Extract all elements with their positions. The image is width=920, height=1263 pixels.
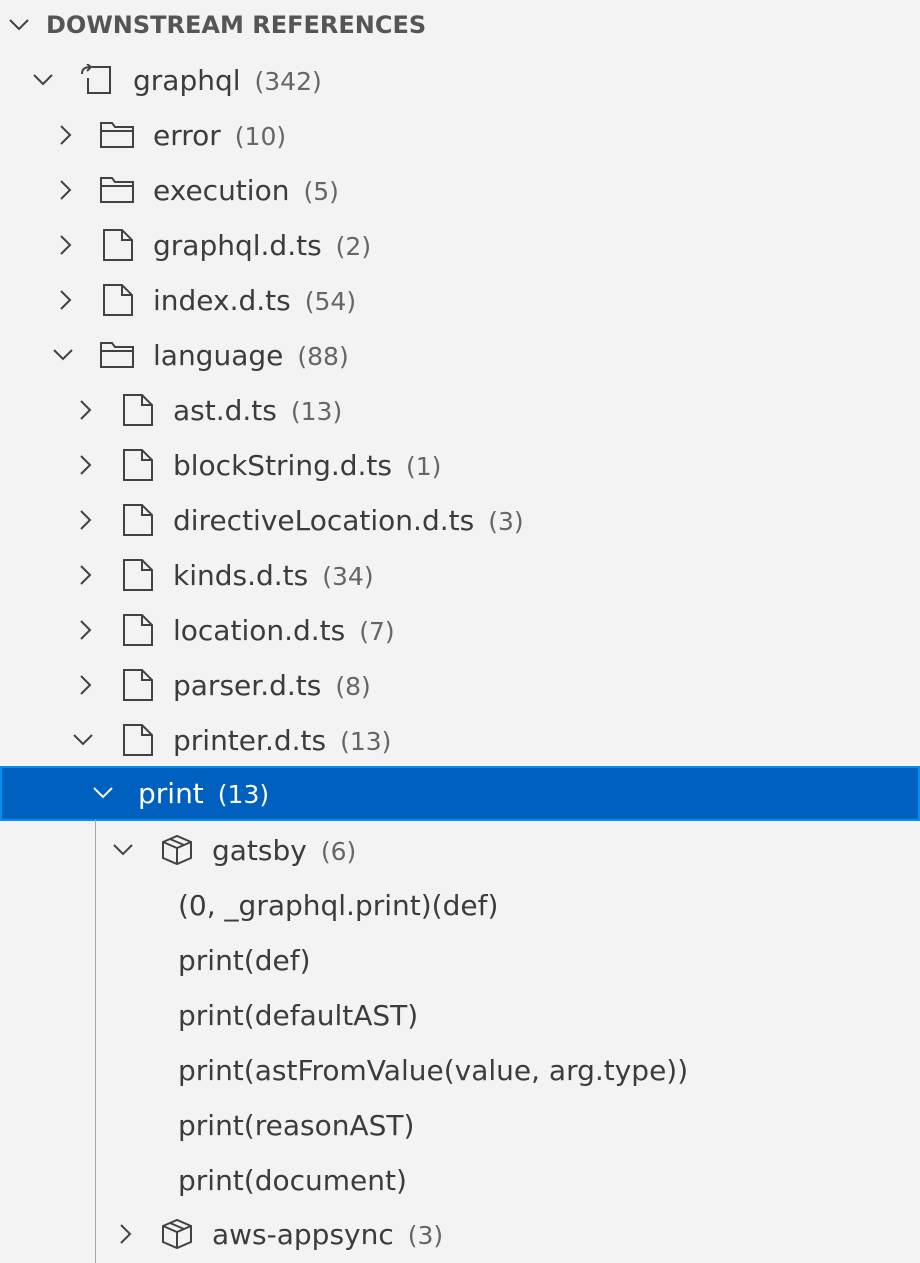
chevron-down-icon[interactable]	[30, 67, 56, 93]
folder-icon	[100, 339, 134, 371]
tree-item-label: execution	[153, 174, 290, 207]
tree-item-label: aws-appsync	[212, 1218, 394, 1251]
chevron-right-icon[interactable]	[52, 177, 78, 203]
tree-item-count: (8)	[335, 672, 371, 701]
tree-item-label: printer.d.ts	[173, 724, 327, 757]
tree-item-count: (54)	[304, 287, 357, 316]
chevron-right-icon[interactable]	[52, 287, 78, 313]
reference-item[interactable]: print(document)	[0, 1153, 920, 1208]
folder-icon	[100, 119, 134, 151]
tree-item-label: kinds.d.ts	[173, 559, 309, 592]
tree-item-count: (1)	[406, 452, 442, 481]
reference-text: print(reasonAST)	[178, 1109, 415, 1142]
file-icon	[122, 724, 156, 756]
tree-item-directivelocation-dts[interactable]: directiveLocation.d.ts (3)	[0, 493, 920, 548]
chevron-right-icon[interactable]	[52, 232, 78, 258]
tree-item-graphql-dts[interactable]: graphql.d.ts (2)	[0, 218, 920, 273]
package-icon	[160, 1218, 194, 1250]
tree-item-parser-dts[interactable]: parser.d.ts (8)	[0, 658, 920, 713]
tree-item-count: (13)	[340, 727, 392, 756]
chevron-right-icon[interactable]	[72, 562, 98, 588]
tree-item-label: ast.d.ts	[173, 394, 277, 427]
chevron-down-icon[interactable]	[50, 342, 76, 368]
chevron-right-icon[interactable]	[72, 617, 98, 643]
chevron-right-icon[interactable]	[72, 397, 98, 423]
reference-text: print(astFromValue(value, arg.type))	[178, 1054, 689, 1087]
tree-item-graphql[interactable]: graphql (342)	[0, 53, 920, 108]
tree-item-count: (3)	[488, 507, 524, 536]
panel-title: DOWNSTREAM REFERENCES	[46, 11, 427, 39]
tree-item-count: (3)	[407, 1221, 444, 1250]
chevron-down-icon[interactable]	[70, 727, 96, 753]
tree-item-count: (5)	[303, 177, 339, 206]
tree-item-index-dts[interactable]: index.d.ts (54)	[0, 273, 920, 328]
tree-item-error[interactable]: error (10)	[0, 108, 920, 163]
tree-item-count: (342)	[254, 67, 322, 96]
tree-item-count: (34)	[322, 562, 374, 591]
file-icon	[122, 504, 156, 536]
package-icon	[160, 834, 194, 866]
tree-item-label: gatsby	[212, 834, 307, 867]
file-icon	[122, 394, 156, 426]
chevron-down-icon[interactable]	[6, 12, 32, 38]
chevron-down-icon[interactable]	[90, 780, 116, 806]
file-icon	[122, 449, 156, 481]
tree-item-count: (88)	[297, 342, 349, 371]
chevron-right-icon[interactable]	[72, 672, 98, 698]
chevron-right-icon[interactable]	[112, 1221, 138, 1247]
tree-item-label: blockString.d.ts	[173, 449, 392, 482]
reference-item[interactable]: (0, _graphql.print)(def)	[0, 878, 920, 933]
tree-item-kinds-dts[interactable]: kinds.d.ts (34)	[0, 548, 920, 603]
tree-item-label: error	[153, 119, 221, 152]
reference-text: print(def)	[178, 944, 311, 977]
tree-item-label: parser.d.ts	[173, 669, 322, 702]
tree-item-count: (7)	[359, 617, 395, 646]
reference-item[interactable]: print(def)	[0, 933, 920, 988]
tree-item-count: (10)	[234, 122, 287, 151]
tree-item-label: language	[153, 339, 284, 372]
folder-icon	[100, 174, 134, 206]
tree-item-count: (6)	[320, 837, 357, 866]
tree-item-count: (13)	[217, 780, 270, 809]
file-icon	[122, 559, 156, 591]
file-icon	[102, 284, 136, 316]
file-icon	[122, 614, 156, 646]
tree-item-label: directiveLocation.d.ts	[173, 504, 475, 537]
tree-item-count: (13)	[290, 397, 343, 426]
reference-text: (0, _graphql.print)(def)	[178, 889, 499, 922]
reference-text: print(document)	[178, 1164, 407, 1197]
tree-item-label: graphql.d.ts	[153, 229, 322, 262]
file-icon	[122, 669, 156, 701]
file-icon	[102, 229, 136, 261]
chevron-right-icon[interactable]	[72, 507, 98, 533]
reference-item[interactable]: print(astFromValue(value, arg.type))	[0, 1043, 920, 1098]
references-root-icon	[80, 64, 114, 96]
tree-item-count: (2)	[335, 232, 372, 261]
tree-item-blockstring-dts[interactable]: blockString.d.ts (1)	[0, 438, 920, 493]
reference-text: print(defaultAST)	[178, 999, 419, 1032]
tree-item-print[interactable]: print (13)	[0, 766, 920, 821]
reference-item[interactable]: print(reasonAST)	[0, 1098, 920, 1153]
tree-item-language[interactable]: language (88)	[0, 328, 920, 383]
chevron-right-icon[interactable]	[52, 122, 78, 148]
tree-item-gatsby[interactable]: gatsby (6)	[0, 823, 920, 878]
tree-item-printer-dts[interactable]: printer.d.ts (13)	[0, 713, 920, 768]
reference-item[interactable]: print(defaultAST)	[0, 988, 920, 1043]
tree-item-label: location.d.ts	[173, 614, 346, 647]
chevron-down-icon[interactable]	[110, 837, 136, 863]
panel-header[interactable]: DOWNSTREAM REFERENCES	[0, 0, 920, 50]
tree-item-location-dts[interactable]: location.d.ts (7)	[0, 603, 920, 658]
tree-item-label: print	[138, 777, 204, 810]
downstream-references-panel: DOWNSTREAM REFERENCES graphql (342) error…	[0, 0, 920, 1263]
tree-item-label: graphql	[133, 64, 241, 97]
tree-item-aws-appsync[interactable]: aws-appsync (3)	[0, 1207, 920, 1262]
tree-item-execution[interactable]: execution (5)	[0, 163, 920, 218]
tree-item-ast-dts[interactable]: ast.d.ts (13)	[0, 383, 920, 438]
chevron-right-icon[interactable]	[72, 452, 98, 478]
tree-item-label: index.d.ts	[153, 284, 291, 317]
